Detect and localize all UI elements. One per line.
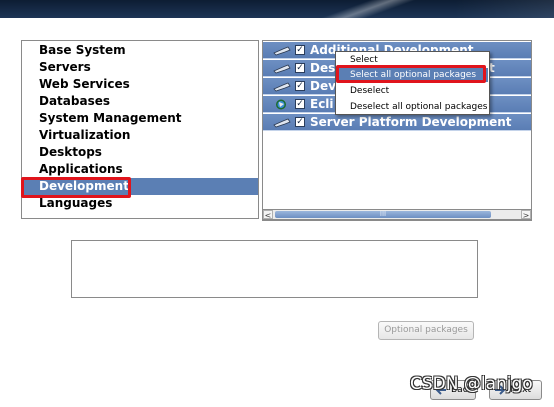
menu-item-select[interactable]: Select — [337, 53, 488, 67]
menu-item-deselect[interactable]: Deselect — [337, 84, 488, 98]
group-checkbox[interactable]: ✓ — [295, 81, 305, 91]
context-menu[interactable]: Select Select all optional packages Dese… — [335, 51, 490, 115]
group-label: Ecli — [310, 97, 334, 111]
category-item-web-services[interactable]: Web Services — [22, 76, 258, 93]
scroll-right-arrow-icon[interactable]: > — [521, 210, 531, 220]
scroll-thumb[interactable]: III — [275, 211, 491, 218]
menu-item-select-all-optional[interactable]: Select all optional packages — [337, 68, 488, 82]
category-item-databases[interactable]: Databases — [22, 93, 258, 110]
group-label: Des — [310, 61, 336, 75]
horizontal-scrollbar[interactable]: < III > — [262, 209, 532, 220]
optional-packages-button[interactable]: Optional packages — [378, 321, 474, 340]
group-label: Server Platform Development — [310, 115, 512, 129]
eclipse-icon — [276, 99, 286, 110]
next-label: Next — [510, 385, 531, 395]
back-button[interactable]: Back — [430, 380, 476, 400]
category-item-servers[interactable]: Servers — [22, 59, 258, 76]
group-checkbox[interactable]: ✓ — [295, 117, 305, 127]
wrench-icon — [273, 82, 291, 92]
top-banner — [0, 0, 554, 18]
category-item-applications[interactable]: Applications — [22, 161, 258, 178]
wrench-icon — [273, 118, 291, 128]
category-item-languages[interactable]: Languages — [22, 195, 258, 212]
group-checkbox[interactable]: ✓ — [295, 45, 305, 55]
back-label: Back — [451, 385, 473, 395]
description-box — [71, 240, 478, 298]
group-checkbox[interactable]: ✓ — [295, 99, 305, 109]
next-arrow-icon — [495, 385, 506, 395]
menu-item-deselect-all-optional[interactable]: Deselect all optional packages — [337, 100, 488, 114]
wrench-icon — [273, 46, 291, 56]
category-item-base-system[interactable]: Base System — [22, 42, 258, 59]
group-checkbox[interactable]: ✓ — [295, 63, 305, 73]
banner-streak — [300, 0, 420, 18]
category-item-development[interactable]: Development — [22, 178, 258, 195]
banner-shade — [454, 0, 554, 18]
category-item-desktops[interactable]: Desktops — [22, 144, 258, 161]
next-button[interactable]: Next — [489, 380, 542, 400]
category-item-system-management[interactable]: System Management — [22, 110, 258, 127]
wrench-icon — [273, 64, 291, 74]
category-list[interactable]: Base System Servers Web Services Databas… — [21, 40, 259, 219]
category-item-virtualization[interactable]: Virtualization — [22, 127, 258, 144]
group-label: Dev — [310, 79, 336, 93]
group-row-server-platform-development[interactable]: ✓ Server Platform Development — [263, 114, 531, 131]
back-arrow-icon — [435, 385, 446, 395]
scroll-left-arrow-icon[interactable]: < — [263, 210, 273, 220]
